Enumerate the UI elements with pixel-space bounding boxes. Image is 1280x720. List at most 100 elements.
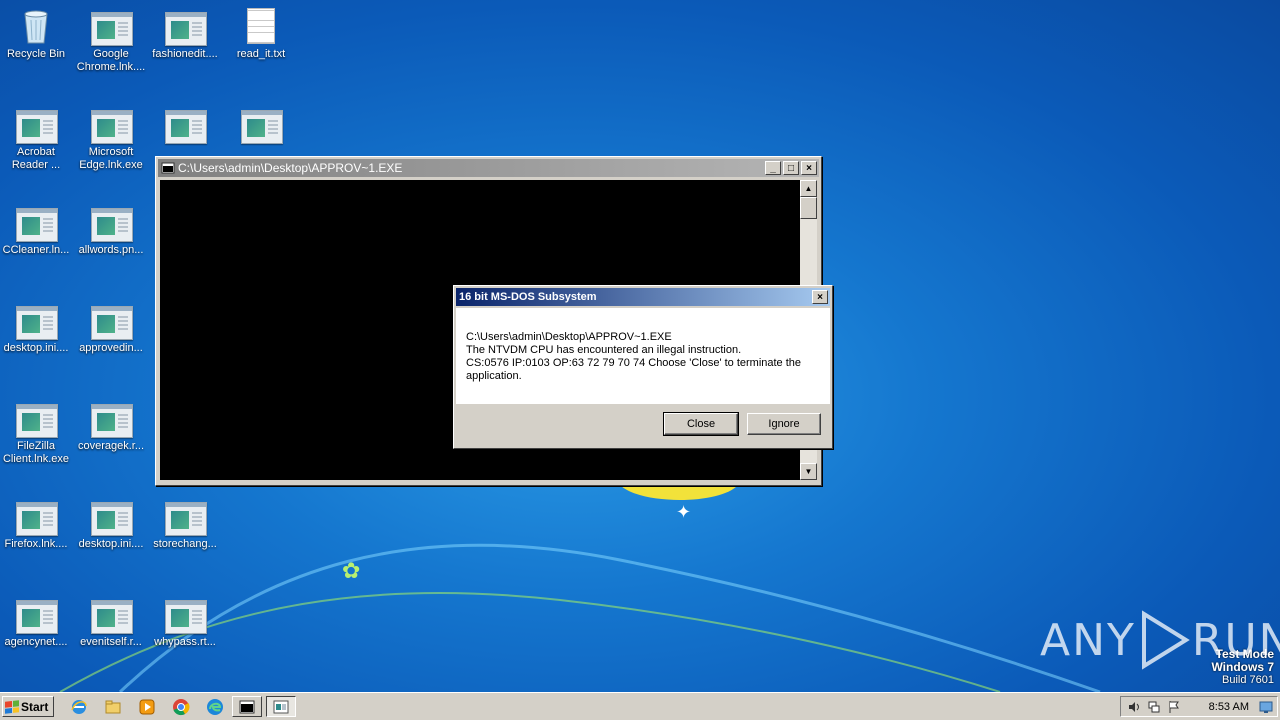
- desktop-icon-recycle-bin[interactable]: Recycle Bin: [0, 8, 72, 61]
- ie-icon[interactable]: [70, 698, 88, 716]
- icon-label: Microsoft Edge.lnk.exe: [79, 146, 143, 171]
- icon-label: allwords.pn...: [78, 244, 144, 256]
- edge-icon[interactable]: [206, 698, 224, 716]
- chrome-icon[interactable]: [172, 698, 190, 716]
- desktop-icon-read-it[interactable]: read_it.txt: [225, 8, 297, 61]
- desktop-icon-evenitself[interactable]: evenitself.r...: [75, 596, 147, 649]
- scroll-up-button[interactable]: ▲: [800, 180, 817, 197]
- app-icon: [241, 110, 283, 144]
- desktop-icon-ccleaner[interactable]: CCleaner.ln...: [0, 204, 72, 257]
- app-icon: [91, 306, 133, 340]
- desktop-icon-allwords[interactable]: allwords.pn...: [75, 204, 147, 257]
- dialog-message: C:\Users\admin\Desktop\APPROV~1.EXE The …: [456, 308, 830, 404]
- scroll-down-button[interactable]: ▼: [800, 463, 817, 480]
- desktop-icon-agencynet[interactable]: agencynet....: [0, 596, 72, 649]
- ntvdm-error-dialog[interactable]: 16 bit MS-DOS Subsystem × C:\Users\admin…: [453, 285, 833, 449]
- action-center-flag-icon[interactable]: [1167, 700, 1181, 714]
- volume-icon[interactable]: [1127, 700, 1141, 714]
- desktop-icon-desktop-ini-1[interactable]: desktop.ini....: [0, 302, 72, 355]
- svg-text:✦: ✦: [676, 502, 691, 523]
- text-file-icon: [247, 8, 275, 44]
- app-icon: [16, 502, 58, 536]
- icon-label: FileZilla Client.lnk.exe: [2, 440, 70, 465]
- icon-label: CCleaner.ln...: [2, 244, 70, 256]
- show-desktop-icon[interactable]: [1259, 700, 1273, 714]
- icon-label: Acrobat Reader ...: [11, 146, 61, 171]
- desktop-icon-unnamed-2[interactable]: [225, 106, 297, 146]
- app-icon: [165, 110, 207, 144]
- start-label: Start: [21, 699, 49, 714]
- app-icon: [16, 600, 58, 634]
- svg-text:✿: ✿: [342, 559, 360, 584]
- explorer-icon[interactable]: [104, 698, 122, 716]
- app-icon: [16, 306, 58, 340]
- message-path: C:\Users\admin\Desktop\APPROV~1.EXE: [466, 331, 672, 343]
- icon-label: agencynet....: [4, 636, 68, 648]
- scroll-thumb[interactable]: [800, 197, 817, 219]
- icon-label: evenitself.r...: [80, 636, 142, 648]
- icon-label: whypass.rt...: [154, 636, 216, 648]
- icon-label: Google Chrome.lnk....: [76, 48, 146, 73]
- app-icon: [91, 404, 133, 438]
- console-app-icon: [161, 162, 175, 174]
- dialog-task-icon: [273, 700, 289, 714]
- message-error: The NTVDM CPU has encountered an illegal…: [466, 344, 742, 356]
- dialog-close-icon[interactable]: ×: [812, 290, 828, 304]
- console-task-icon: [239, 700, 255, 714]
- taskbar-dialog-task[interactable]: [266, 696, 296, 717]
- app-icon: [16, 208, 58, 242]
- dialog-title-bar[interactable]: 16 bit MS-DOS Subsystem ×: [456, 288, 830, 306]
- anyrun-logo-left: ANY: [1040, 614, 1136, 666]
- taskbar: Start 8:53 AM: [0, 692, 1280, 720]
- desktop-icon-google-chrome[interactable]: Google Chrome.lnk....: [75, 8, 147, 74]
- desktop-icon-fashionedit[interactable]: fashionedit....: [149, 8, 221, 61]
- desktop-icon-firefox[interactable]: Firefox.lnk....: [0, 498, 72, 551]
- icon-label: fashionedit....: [152, 48, 218, 60]
- desktop-icon-storechang[interactable]: storechang...: [149, 498, 221, 551]
- desktop-icon-coveragek[interactable]: coveragek.r...: [75, 400, 147, 453]
- app-icon: [91, 110, 133, 144]
- start-button[interactable]: Start: [2, 696, 54, 717]
- watermark-build: Build 7601: [1222, 674, 1274, 686]
- media-player-icon[interactable]: [138, 698, 156, 716]
- anyrun-logo: ANY RUN: [1040, 610, 1280, 670]
- app-icon: [91, 208, 133, 242]
- console-title: C:\Users\admin\Desktop\APPROV~1.EXE: [178, 161, 403, 175]
- desktop-icon-approvedin[interactable]: approvedin...: [75, 302, 147, 355]
- icon-label: Firefox.lnk....: [4, 538, 68, 550]
- taskbar-console-task[interactable]: [232, 696, 262, 717]
- icon-label: read_it.txt: [236, 48, 286, 60]
- dialog-title: 16 bit MS-DOS Subsystem: [459, 291, 597, 303]
- icon-label: coveragek.r...: [77, 440, 145, 452]
- maximize-button[interactable]: □: [783, 161, 799, 175]
- desktop-icon-unnamed-1[interactable]: [149, 106, 221, 146]
- icon-label: approvedin...: [79, 342, 143, 354]
- app-icon: [91, 12, 133, 46]
- app-icon: [165, 12, 207, 46]
- desktop-icon-acrobat[interactable]: Acrobat Reader ...: [0, 106, 72, 172]
- recycle-bin-icon: [24, 10, 48, 44]
- ignore-button[interactable]: Ignore: [747, 413, 821, 435]
- desktop-icon-whypass[interactable]: whypass.rt...: [149, 596, 221, 649]
- app-icon: [16, 110, 58, 144]
- icon-label: desktop.ini....: [78, 538, 144, 550]
- windows-flag-icon: [5, 699, 19, 714]
- play-icon: [1141, 610, 1190, 670]
- clock[interactable]: 8:53 AM: [1209, 701, 1249, 713]
- close-button[interactable]: Close: [663, 412, 739, 436]
- minimize-button[interactable]: _: [765, 161, 781, 175]
- network-icon[interactable]: [1147, 700, 1161, 714]
- desktop-icon-filezilla[interactable]: FileZilla Client.lnk.exe: [0, 400, 72, 466]
- anyrun-logo-right: RUN: [1191, 614, 1280, 666]
- close-button[interactable]: ×: [801, 161, 817, 175]
- app-icon: [165, 600, 207, 634]
- app-icon: [165, 502, 207, 536]
- console-title-bar[interactable]: C:\Users\admin\Desktop\APPROV~1.EXE _ □ …: [158, 159, 819, 177]
- icon-label: desktop.ini....: [3, 342, 69, 354]
- app-icon: [16, 404, 58, 438]
- app-icon: [91, 600, 133, 634]
- desktop-icon-edge[interactable]: Microsoft Edge.lnk.exe: [75, 106, 147, 172]
- desktop-icon-desktop-ini-2[interactable]: desktop.ini....: [75, 498, 147, 551]
- message-registers-cont: application.: [466, 370, 522, 382]
- icon-label: Recycle Bin: [6, 48, 66, 60]
